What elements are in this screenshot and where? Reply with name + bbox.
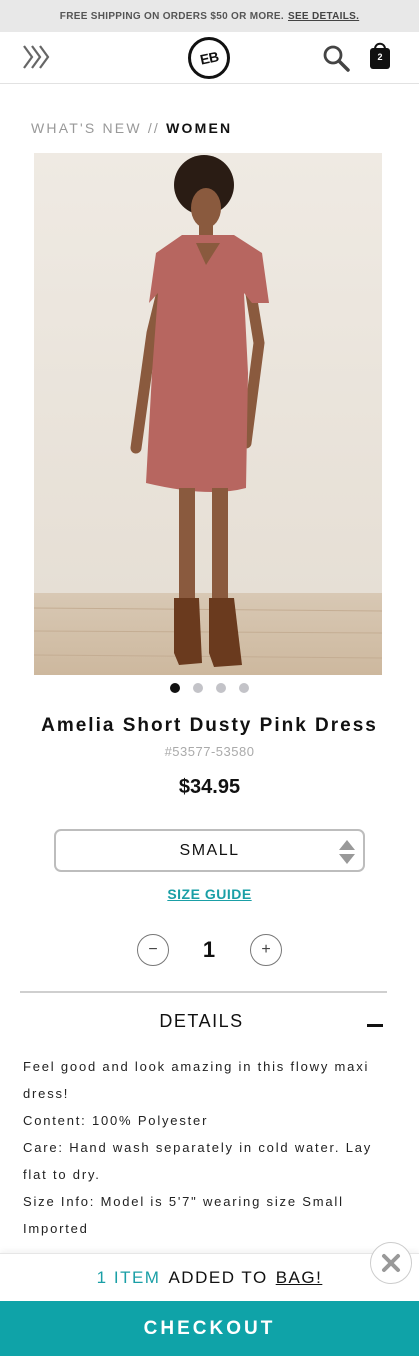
product-price: $34.95	[178, 776, 241, 798]
toast-close-button[interactable]	[370, 1242, 412, 1284]
checkout-button[interactable]: CHECKOUT	[0, 1301, 419, 1356]
bag-count-badge: 2	[377, 52, 383, 62]
quantity-decrement-button[interactable]: −	[137, 934, 169, 966]
menu-chevrons-icon[interactable]	[22, 44, 52, 70]
close-icon	[382, 1254, 400, 1272]
toast-item-count: 1 ITEM	[96, 1267, 161, 1287]
details-content: Content: 100% Polyester	[23, 1113, 209, 1128]
details-heading[interactable]: DETAILS	[0, 1011, 403, 1032]
product-sku: #53577-53580	[164, 744, 255, 759]
toast-message: ADDED TO	[168, 1267, 268, 1287]
search-icon[interactable]	[322, 44, 350, 72]
breadcrumb: WHAT'S NEW // WOMEN	[31, 120, 232, 136]
image-carousel-dots	[0, 683, 419, 693]
collapse-minus-icon[interactable]	[367, 1024, 383, 1027]
size-select-value: SMALL	[179, 841, 240, 859]
breadcrumb-separator: //	[147, 120, 161, 136]
see-details-link[interactable]: SEE DETAILS.	[288, 11, 359, 22]
carousel-dot[interactable]	[239, 683, 249, 693]
shopping-bag-icon[interactable]: 2	[369, 40, 391, 70]
carousel-dot[interactable]	[216, 683, 226, 693]
breadcrumb-current[interactable]: WOMEN	[166, 120, 232, 136]
site-header: EB 2	[0, 32, 419, 84]
details-care: Care: Hand wash separately in cold water…	[23, 1140, 373, 1182]
toast-bag-link[interactable]: BAG!	[276, 1268, 323, 1288]
carousel-dot[interactable]	[193, 683, 203, 693]
product-title: Amelia Short Dusty Pink Dress	[41, 715, 378, 736]
details-size-info: Size Info: Model is 5'7" wearing size Sm…	[23, 1194, 344, 1209]
quantity-value: 1	[202, 937, 216, 962]
promo-banner: FREE SHIPPING ON ORDERS $50 OR MORE. SEE…	[0, 0, 419, 32]
section-divider	[20, 991, 387, 993]
details-origin: Imported	[23, 1221, 89, 1236]
breadcrumb-parent[interactable]: WHAT'S NEW	[31, 120, 142, 136]
details-body: Feel good and look amazing in this flowy…	[23, 1053, 398, 1242]
select-arrows-icon	[339, 840, 355, 864]
details-description: Feel good and look amazing in this flowy…	[23, 1059, 370, 1101]
size-guide-link[interactable]: SIZE GUIDE	[0, 886, 419, 902]
carousel-dot[interactable]	[170, 683, 180, 693]
product-image[interactable]	[34, 153, 382, 675]
size-select[interactable]: SMALL	[54, 829, 365, 872]
added-to-bag-toast: 1 ITEM ADDED TO BAG!	[0, 1253, 419, 1301]
promo-text: FREE SHIPPING ON ORDERS $50 OR MORE.	[59, 10, 284, 22]
brand-logo[interactable]: EB	[188, 37, 230, 79]
quantity-increment-button[interactable]: +	[250, 934, 282, 966]
